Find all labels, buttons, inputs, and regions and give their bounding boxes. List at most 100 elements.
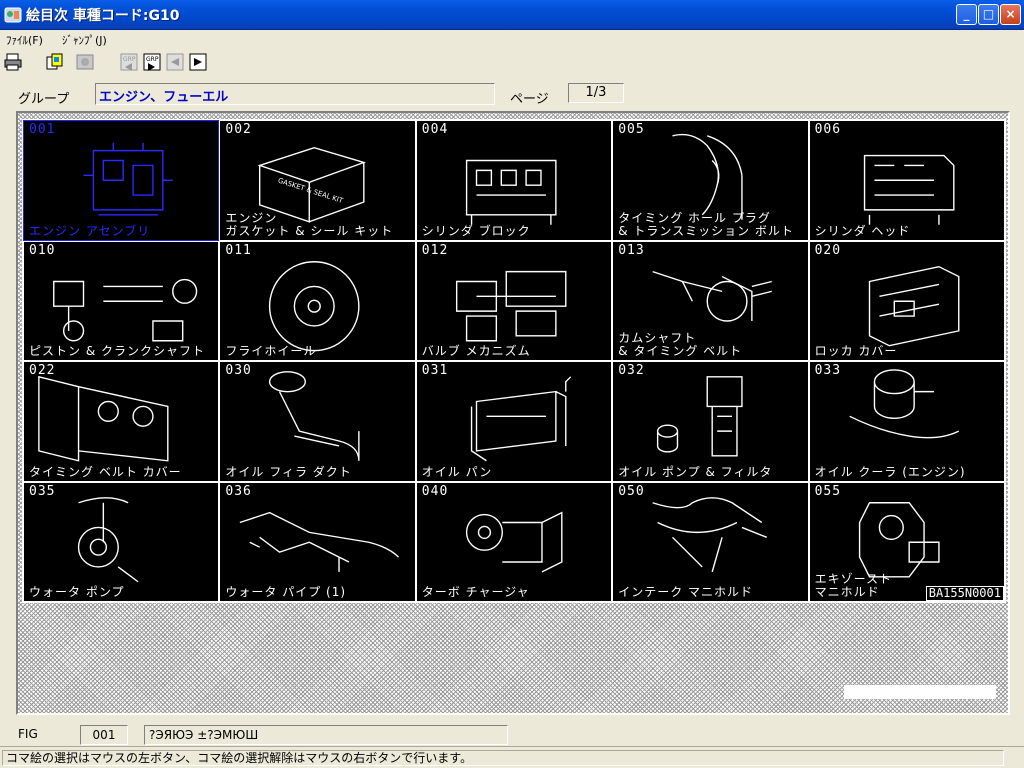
figure-illustration [240,511,400,572]
figure-caption: シリンダ ヘッド [814,223,911,238]
title-bar[interactable]: 絵目次 車種コード:G10 _ □ × [0,0,1024,30]
figure-cell-011[interactable]: 011 フライホイール [219,240,416,361]
figure-illustration [863,154,955,225]
figure-number: 012 [421,242,449,258]
maximize-button[interactable]: □ [978,4,999,25]
figure-illustration [470,376,572,462]
figure-caption: エキゾースト マニホルド [814,572,892,599]
figure-frame: 001 エンジン アセンブリ GASKET & SEAL KIT 002 エンジン ガス… [16,111,1010,715]
fig-label: FIG [18,727,38,741]
figure-number: 004 [421,122,449,137]
figure-caption: エンジン アセンブリ [29,223,151,238]
figure-cell-006[interactable]: 006 シリンダ ヘッド [808,120,1005,241]
figure-number: 011 [225,242,252,258]
figure-illustration [83,142,173,216]
figure-number: 005 [618,122,645,137]
figure-caption: シリンダ ブロック [421,223,531,238]
figure-cell-004[interactable]: 004 シリンダ ブロック [415,120,613,241]
figure-cell-033[interactable]: 033 オイル クーラ (エンジン) [808,361,1005,482]
blank-bar [844,685,996,699]
figure-cell-040[interactable]: 040 ターボ チャージャ [415,481,613,602]
figure-caption: オイル パン [421,464,493,479]
figure-caption: タイミング ベルト カバー [29,464,182,479]
figure-illustration [77,496,139,582]
group-label: グループ [18,92,70,107]
figure-illustration [657,376,743,457]
figure-number: 002 [225,122,252,137]
figure-number: 055 [814,483,842,499]
figure-cell-035[interactable]: 035 ウォータ ポンプ [23,481,220,602]
page-label: ページ [510,92,549,107]
figure-cell-012[interactable]: 012 バルブ メカニズム [415,240,613,361]
status-bar: コマ絵の選択はマウスの左ボタン、コマ絵の選択解除はマウスの右ボタンで行います。 [0,746,1024,768]
menu-file[interactable]: ﾌｧｲﾙ(F) [6,32,43,48]
figure-number: 030 [225,363,252,378]
figure-number: 031 [421,363,449,378]
figure-cell-020[interactable]: 020 ロッカ カバー [808,240,1005,361]
figure-caption: ロッカ カバー [814,344,898,358]
figure-number: 020 [814,242,842,258]
page-next-icon[interactable] [187,51,209,73]
figure-illustration [868,265,960,346]
printer-icon[interactable] [2,51,24,73]
figure-caption: カムシャフト & タイミング ベルト [618,331,743,358]
figure-number: 035 [29,483,56,499]
figure-number: 032 [618,363,645,378]
figure-cell-036[interactable]: 036 ウォータ パイプ (1) [219,481,416,602]
figure-cell-032[interactable]: 032 オイル ポンプ & フィルタ [612,361,809,482]
group-value: エンジン、フューエル [99,90,229,105]
menu-bar: ﾌｧｲﾙ(F) ｼﾞｬﾝﾌﾟ(J) [0,30,1024,48]
figure-illustration [269,260,360,351]
disabled-picture-icon[interactable] [74,51,96,73]
figure-illustration [652,496,768,572]
figure-number: 022 [29,363,56,378]
figure-number: 013 [618,242,645,258]
figure-illustration [269,371,360,461]
toolbar: GRP GRP [0,48,1024,76]
figure-cell-031[interactable]: 031 オイル パン [415,361,613,482]
page-prev-icon[interactable] [164,51,186,73]
figure-number: 040 [421,483,449,499]
figure-cell-050[interactable]: 050 インテーク マニホルド [612,481,809,602]
figure-caption: インテーク マニホルド [618,585,754,599]
figure-caption: オイル フィラ ダクト [225,464,352,479]
menu-jump[interactable]: ｼﾞｬﾝﾌﾟ(J) [62,32,107,48]
figure-caption: バルブ メカニズム [421,344,531,358]
figure-cell-022[interactable]: 022 タイミング ベルト カバー [23,361,220,482]
figure-number: 010 [29,242,56,258]
figure-caption: ピストン & クランクシャフト [29,344,205,358]
figure-caption: エンジン ガスケット & シール キット [225,210,394,238]
figure-cell-030[interactable]: 030 オイル フィラ ダクト [219,361,416,482]
figure-cell-010[interactable]: 010 ピストン & クランクシャフト [23,240,220,361]
figure-caption: ウォータ パイプ (1) [225,585,347,599]
figure-illustration [455,270,567,341]
figure-caption: タイミング ホール プラグ & トランスミッション ボルト [618,210,794,238]
figure-caption: ターボ チャージャ [421,585,530,599]
svg-text:GRP: GRP [146,56,159,63]
window-title: 絵目次 車種コード:G10 [26,8,180,24]
group-field: エンジン、フューエル [95,83,495,105]
figure-illustration [53,278,198,341]
figure-illustration [848,369,959,439]
figure-number: 050 [618,483,645,499]
gasket-box-label: GASKET & SEAL KIT [277,177,345,206]
page-value: 1/3 [568,83,624,103]
copy-picture-icon[interactable] [44,51,66,73]
figure-cell-002[interactable]: GASKET & SEAL KIT 002 エンジン ガスケット & シール キット [219,120,416,241]
status-text: コマ絵の選択はマウスの左ボタン、コマ絵の選択解除はマウスの右ボタンで行います。 [2,750,1004,766]
fig-number: 001 [80,725,128,745]
figure-number: 001 [29,122,56,137]
figure-cell-055[interactable]: 055 エキゾースト マニホルド BA155N0001 [808,481,1005,602]
figure-caption: オイル クーラ (エンジン) [814,464,966,479]
figure-number: 033 [814,363,842,378]
figure-caption: フライホイール [225,344,317,358]
grp-prev-icon[interactable]: GRP [118,51,140,73]
figure-cell-001[interactable]: 001 エンジン アセンブリ [23,120,220,241]
grp-next-icon[interactable]: GRP [141,51,163,73]
figure-cell-005[interactable]: 005 タイミング ホール プラグ & トランスミッション ボルト [612,120,809,241]
figure-illustration [465,511,563,572]
minimize-button[interactable]: _ [956,4,977,25]
fig-description: ?ЭЯЮЭ ±?ЭМЮШ [144,725,508,745]
close-button[interactable]: × [1000,4,1021,25]
figure-cell-013[interactable]: 013 カムシャフト & タイミング ベルト [612,240,809,361]
